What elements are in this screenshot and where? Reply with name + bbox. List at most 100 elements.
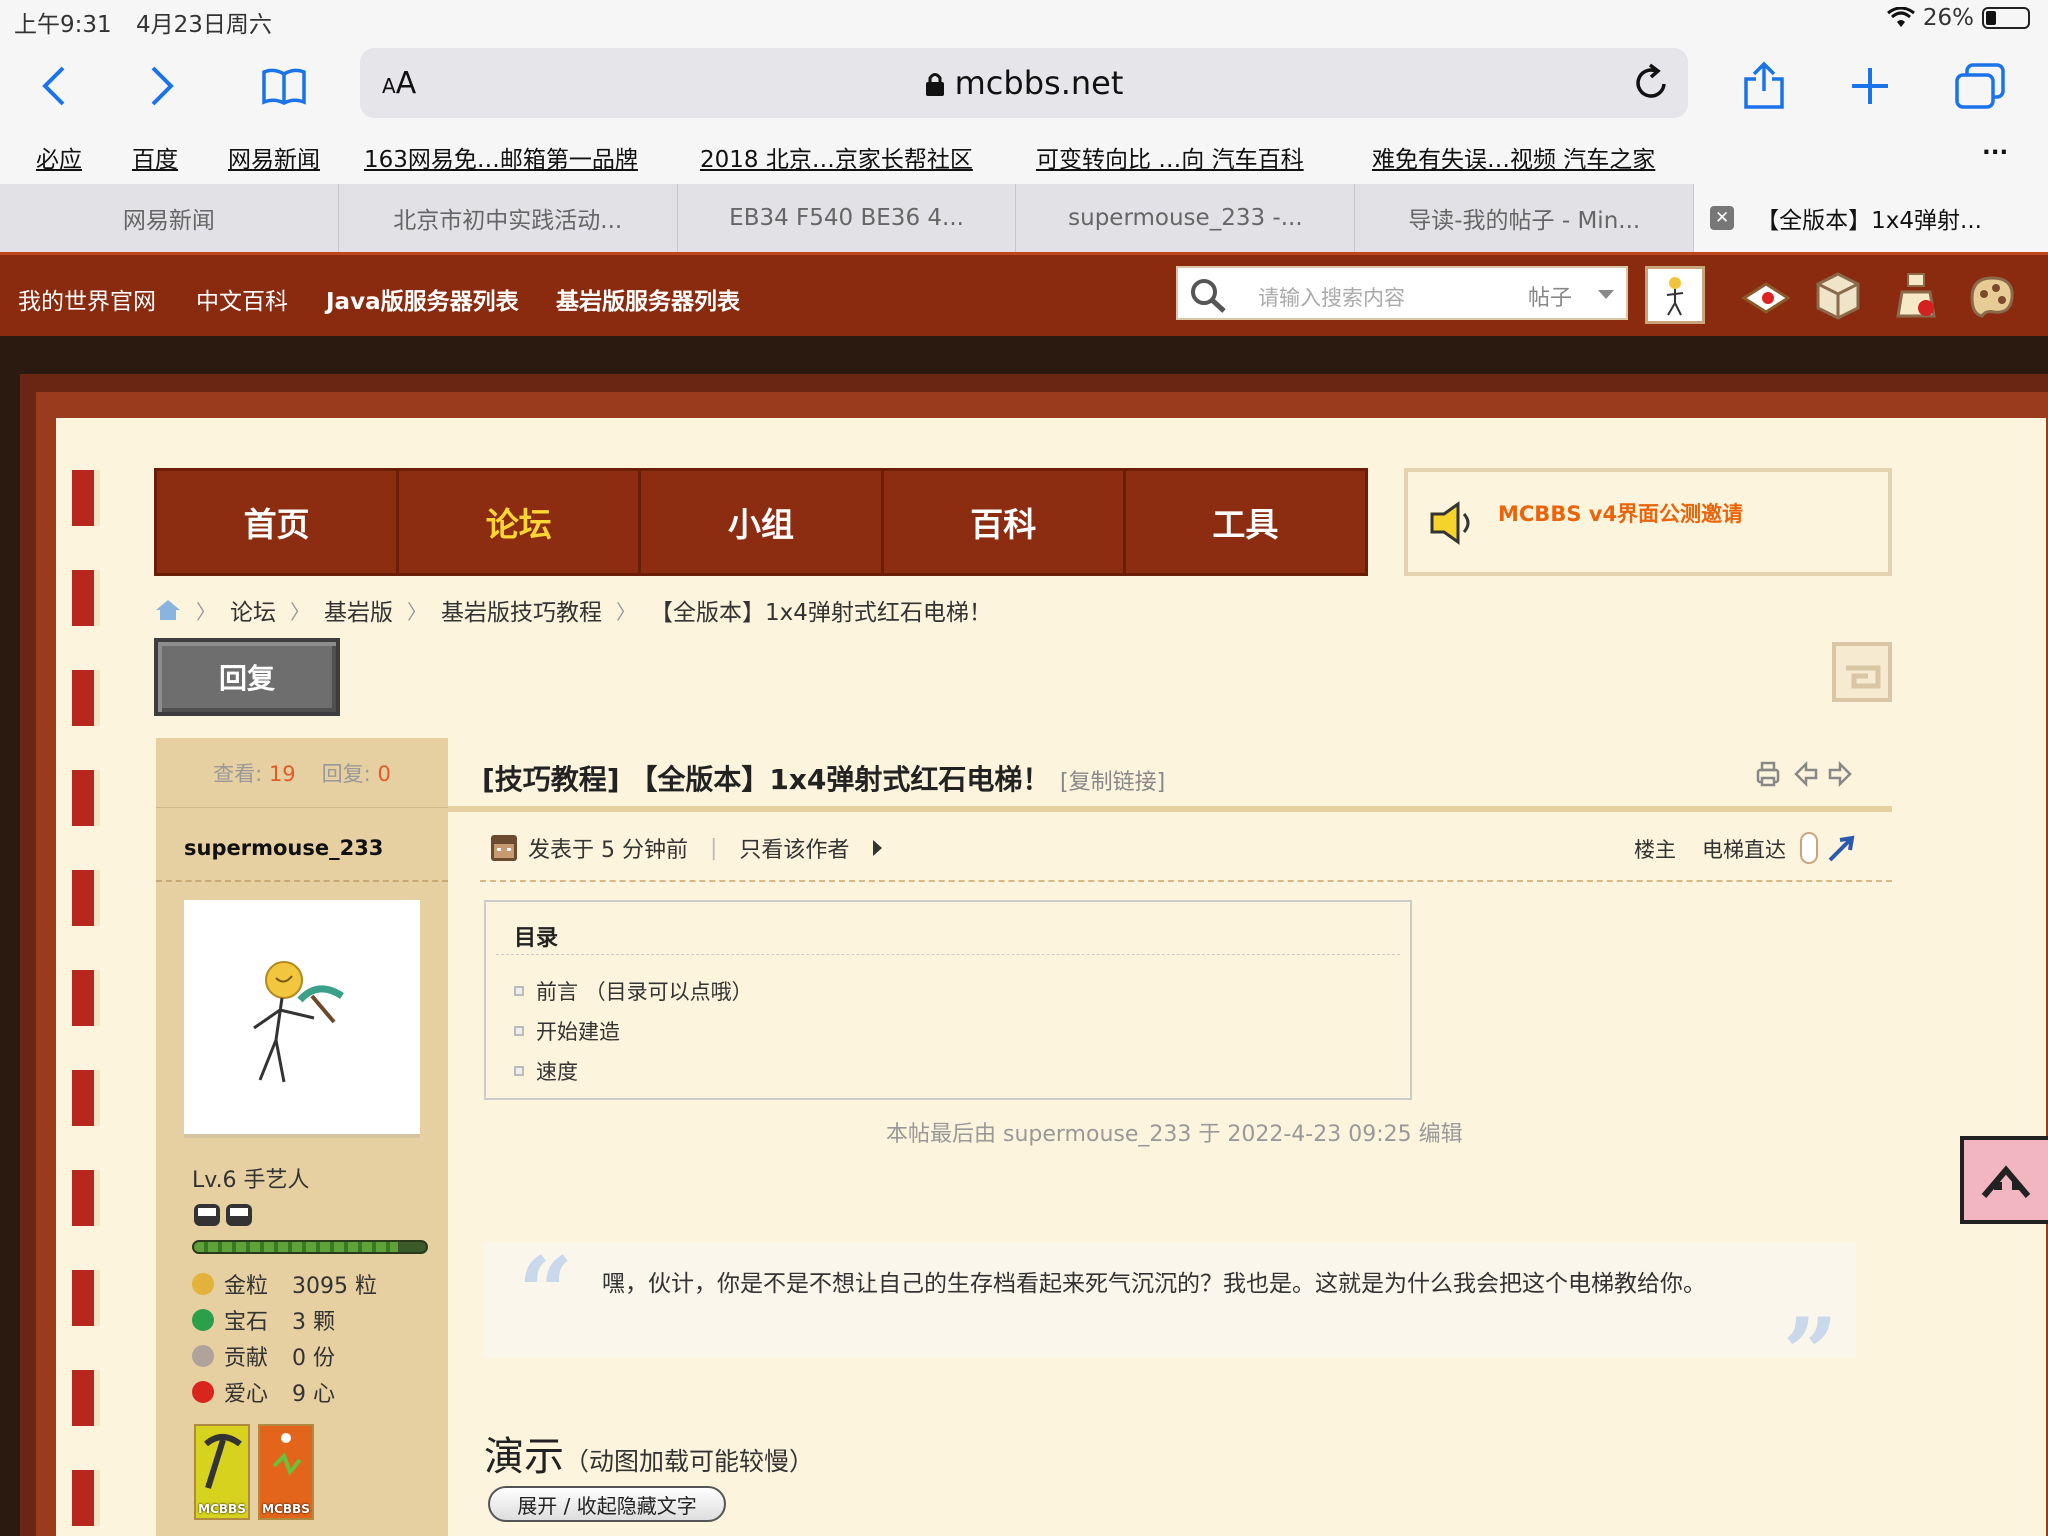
nav-forum[interactable]: 论坛 [399,471,642,573]
nav-home[interactable]: 首页 [157,471,400,573]
announcement-box: MCBBS v4界面公测邀请 [1404,468,1892,576]
bookmark-item[interactable]: 网易新闻 [228,140,320,174]
next-thread-icon[interactable] [1826,760,1854,788]
post-time: 发表于 5 分钟前 [528,838,688,863]
breadcrumb-item[interactable]: 基岩版技巧教程 [441,593,602,627]
bookmark-item[interactable]: 难免有失误…视频 汽车之家 [1372,140,1655,174]
search-type-select[interactable]: 帖子 [1528,280,1572,312]
notification-icon[interactable] [1738,268,1794,324]
forward-icon[interactable] [132,56,192,116]
decorative-border [72,870,100,926]
post-title: [技巧教程] 【全版本】1x4弹射式红石电梯！ [482,763,1051,796]
print-icon[interactable] [1754,760,1782,788]
nav-wiki[interactable]: 百科 [884,471,1126,573]
stat-gem: 宝石 3 颗 [192,1304,335,1336]
bookmark-item[interactable]: 可变转向比 …向 汽车百科 [1036,140,1304,174]
forum-nav: 首页 论坛 小组 百科 工具 [154,468,1368,576]
floor-jump-input[interactable] [1800,832,1818,864]
back-icon[interactable] [24,56,84,116]
header-link[interactable]: 中文百科 [196,282,288,316]
divider [496,954,1400,955]
quote-text: 嘿，伙计，你是不是不想让自己的生存档看起来死气沉沉的？我也是。这就是为什么我会把… [602,1271,1706,1297]
tab[interactable]: supermouse_233 -... [1016,184,1356,252]
header-link[interactable]: Java版服务器列表 [326,282,519,316]
decorative-border [72,1470,100,1526]
decorative-border [72,1370,100,1426]
quote-open-icon: “ [518,1236,574,1349]
bookmark-item[interactable]: 百度 [132,140,178,174]
search-box[interactable]: 请输入搜索内容 帖子 [1176,266,1628,320]
toc-item[interactable]: 速度 [514,1056,578,1086]
quote-close-icon: ” [1782,1297,1838,1410]
tab-active-label: 【全版本】1x4弹射... [1756,208,1982,234]
bookmark-item[interactable]: 2018 北京…京家长帮社区 [700,140,973,174]
return-list-icon[interactable] [1830,640,1894,704]
author-name[interactable]: supermouse_233 [184,836,383,860]
status-right: 26% [1886,5,2030,31]
apple-icon [192,1381,214,1403]
views-stat: 查看: 19 [213,761,296,786]
author-only-link[interactable]: 只看该作者 [739,832,849,864]
speaker-icon [1430,501,1470,545]
author-head-icon [491,835,517,861]
url-host: mcbbs.net [360,64,1688,102]
stat-love: 爱心 9 心 [192,1376,335,1408]
decorative-border [72,1270,100,1326]
close-tab-icon[interactable]: ✕ [1710,206,1735,230]
op-label: 楼主 [1634,838,1676,862]
breadcrumb-item[interactable]: 基岩版 [324,593,393,627]
search-input[interactable]: 请输入搜索内容 [1258,282,1405,312]
status-date: 4月23日周六 [136,12,272,38]
wifi-icon [1886,7,1915,27]
previous-thread-icon[interactable] [1792,760,1820,788]
nav-groups[interactable]: 小组 [641,471,884,573]
address-bar[interactable]: AA mcbbs.net [360,48,1688,118]
more-bookmarks-button[interactable]: ··· [1982,140,2008,166]
bookmark-item[interactable]: 163网易免…邮箱第一品牌 [364,140,638,174]
toc-title: 目录 [514,926,559,951]
tab-active[interactable]: ✕ 【全版本】1x4弹射... [1694,184,2048,252]
divider [480,880,1892,882]
crafting-box-icon[interactable] [1810,268,1866,324]
medal-redstone[interactable]: MCBBS [258,1424,314,1520]
reload-icon[interactable] [1634,62,1670,106]
home-icon[interactable] [154,598,182,622]
potion-icon[interactable] [1888,268,1944,324]
status-time: 上午9:31 [14,12,112,38]
toggle-hidden-text-button[interactable]: 展开 / 收起隐藏文字 [488,1486,726,1522]
decorative-border [72,1170,100,1226]
toc-item[interactable]: 前言 （目录可以点哦） [514,976,753,1006]
medal-pickaxe[interactable]: MCBBS [194,1424,250,1520]
jump-go-icon[interactable] [1826,832,1858,864]
nav-tools[interactable]: 工具 [1126,471,1365,573]
tab[interactable]: 北京市初中实践活动... [339,184,678,252]
reply-button[interactable]: 回复 [154,638,340,716]
palette-icon[interactable] [1964,268,2020,324]
toc-item[interactable]: 开始建造 [514,1016,620,1046]
floating-side-widget[interactable] [1960,1136,2048,1224]
announcement-link[interactable]: MCBBS v4界面公测邀请 [1498,498,1743,528]
breadcrumb-item[interactable]: 论坛 [230,593,276,627]
search-icon[interactable] [1188,276,1230,314]
tab[interactable]: 网易新闻 [0,184,339,252]
status-bar: 上午9:31 4月23日周六 26% [0,0,2048,38]
new-tab-icon[interactable] [1840,56,1900,116]
tab[interactable]: EB34 F540 BE36 4... [678,184,1017,252]
tab[interactable]: 导读-我的帖子 - Min... [1355,184,1695,252]
bullet-icon [514,1026,524,1036]
decorative-border [72,670,100,726]
decorative-border [72,970,100,1026]
bullet-icon [514,986,524,996]
copy-link-button[interactable]: [复制链接] [1060,764,1165,796]
author-avatar[interactable] [184,900,420,1138]
favorites-bar: 必应 百度 网易新闻 163网易免…邮箱第一品牌 2018 北京…京家长帮社区 … [0,132,2048,184]
decorative-border [72,770,100,826]
header-link[interactable]: 我的世界官网 [18,282,156,316]
header-link[interactable]: 基岩版服务器列表 [556,282,740,316]
tabs-overview-icon[interactable] [1950,56,2010,116]
user-avatar-small[interactable] [1645,266,1705,324]
tab-bar: 网易新闻 北京市初中实践活动... EB34 F540 BE36 4... su… [0,184,2048,252]
bookmark-item[interactable]: 必应 [36,140,82,174]
bookmarks-icon[interactable] [254,56,314,116]
share-icon[interactable] [1734,56,1794,116]
